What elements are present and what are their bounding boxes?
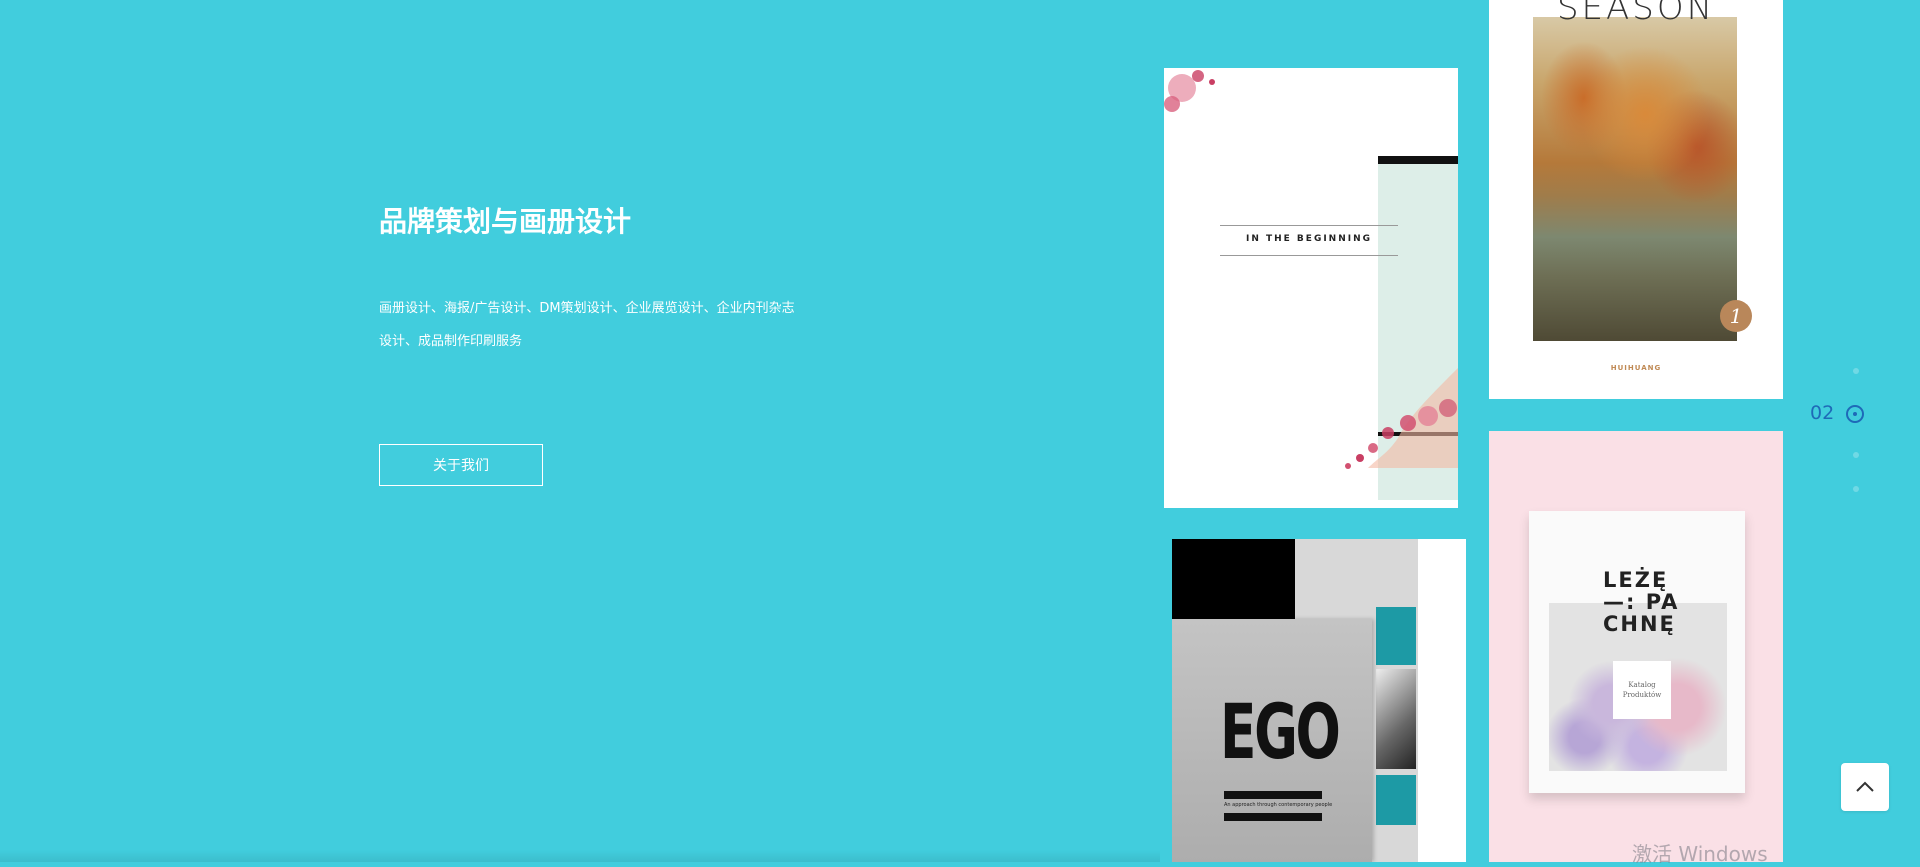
leze-title-line: —: PA [1603, 590, 1680, 614]
autumn-painting [1533, 17, 1737, 341]
portfolio-card-beginning[interactable]: IN THE BEGINNING [1164, 68, 1458, 508]
portfolio-card-leze[interactable]: Katalog Produktów LEŻĘ —: PA CHNĘ [1489, 431, 1783, 862]
huihuang-logo: HUIHUANG [1610, 364, 1662, 372]
rule-line [1220, 225, 1398, 226]
pager-dot[interactable] [1853, 452, 1859, 458]
portrait-photo [1376, 669, 1416, 769]
ego-bar [1224, 813, 1322, 821]
leze-title: LEŻĘ —: PA CHNĘ [1603, 569, 1679, 635]
hero-title: 品牌策划与画册设计 [379, 205, 632, 238]
catalog-book: Katalog Produktów LEŻĘ —: PA CHNĘ [1529, 511, 1745, 793]
watercolor-splash-top [1164, 70, 1215, 112]
hero-description: 画册设计、海报/广告设计、DM策划设计、企业展览设计、企业内刊杂志设计、成品制作… [379, 301, 795, 349]
ego-tagline: An approach through contemporary people [1224, 802, 1333, 808]
divider-bar [1378, 156, 1458, 164]
chevron-up-icon [1856, 781, 1874, 792]
circle-dot-icon[interactable] [1846, 405, 1864, 423]
beginning-caption: IN THE BEGINNING [1245, 234, 1373, 244]
leze-title-line: CHNĘ [1603, 612, 1676, 636]
scroll-top-button[interactable] [1841, 763, 1889, 811]
portfolio-card-season[interactable]: SEASON 1 HUIHUANG [1489, 0, 1783, 399]
pager-dot[interactable] [1853, 368, 1859, 374]
pager-dot[interactable] [1853, 486, 1859, 492]
ego-title: EGO [1220, 687, 1341, 776]
pager-current-number: 02 [1810, 402, 1835, 424]
ego-bar [1224, 791, 1322, 799]
windows-activation-watermark: 激活 Windows [1632, 842, 1768, 866]
season-title: SEASON [1489, 0, 1783, 28]
catalog-label: Katalog Produktów [1613, 661, 1671, 719]
watercolor-splash-bottom [1345, 368, 1458, 469]
issue-badge: 1 [1720, 300, 1752, 332]
teal-photo [1376, 775, 1416, 825]
rule-line [1220, 255, 1398, 256]
bottom-shadow [0, 850, 1160, 862]
leze-title-line: LEŻĘ [1603, 568, 1669, 592]
about-us-button[interactable]: 关于我们 [379, 444, 543, 486]
portfolio-card-ego[interactable]: EGO An approach through contemporary peo… [1172, 539, 1466, 862]
teal-photo [1376, 607, 1416, 665]
